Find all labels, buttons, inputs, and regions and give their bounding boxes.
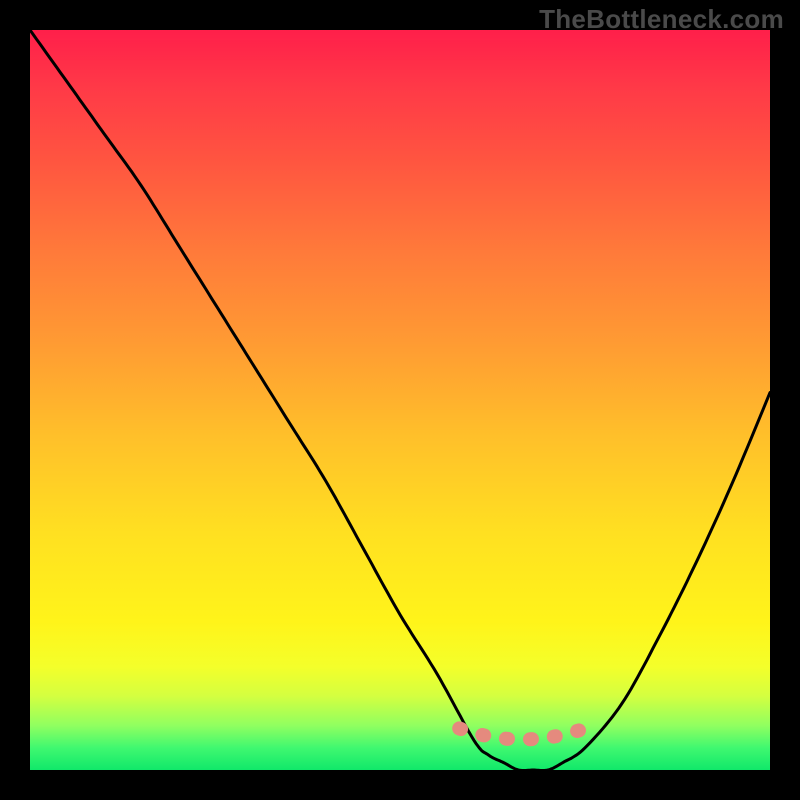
sweet-spot-dots [459,728,585,739]
watermark-text: TheBottleneck.com [539,4,784,35]
chart-frame: TheBottleneck.com [0,0,800,800]
chart-svg [30,30,770,770]
plot-area [30,30,770,770]
bottleneck-curve [30,30,770,770]
